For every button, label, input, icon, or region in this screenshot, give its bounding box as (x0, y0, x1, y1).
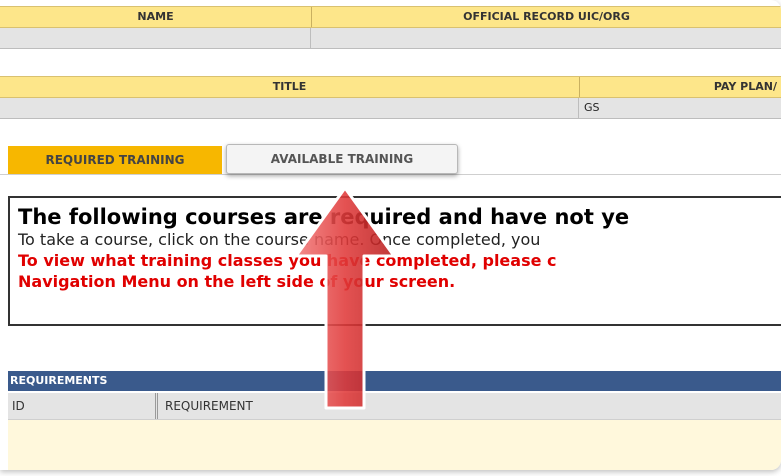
training-tabs: REQUIRED TRAINING AVAILABLE TRAINING (0, 144, 781, 175)
column-requirement[interactable]: REQUIREMENT (161, 393, 781, 419)
org-header: OFFICIAL RECORD UIC/ORG (463, 10, 630, 23)
name-org-header: NAME OFFICIAL RECORD UIC/ORG (0, 6, 781, 28)
requirements-table-body (8, 420, 781, 470)
payplan-value: GS (584, 101, 600, 114)
payplan-header: PAY PLAN/ (713, 80, 777, 93)
title-payplan-header: TITLE PAY PLAN/ (0, 76, 781, 98)
up-arrow-icon (294, 186, 396, 410)
org-value (312, 28, 781, 48)
title-payplan-values: GS (0, 98, 781, 119)
name-value (0, 28, 311, 48)
column-id[interactable]: ID (8, 393, 158, 419)
name-org-values (0, 28, 781, 49)
title-value (0, 98, 579, 118)
tab-available-training[interactable]: AVAILABLE TRAINING (226, 144, 458, 174)
title-header: TITLE (0, 77, 580, 97)
tab-required-training[interactable]: REQUIRED TRAINING (8, 146, 222, 174)
name-header: NAME (0, 7, 312, 27)
